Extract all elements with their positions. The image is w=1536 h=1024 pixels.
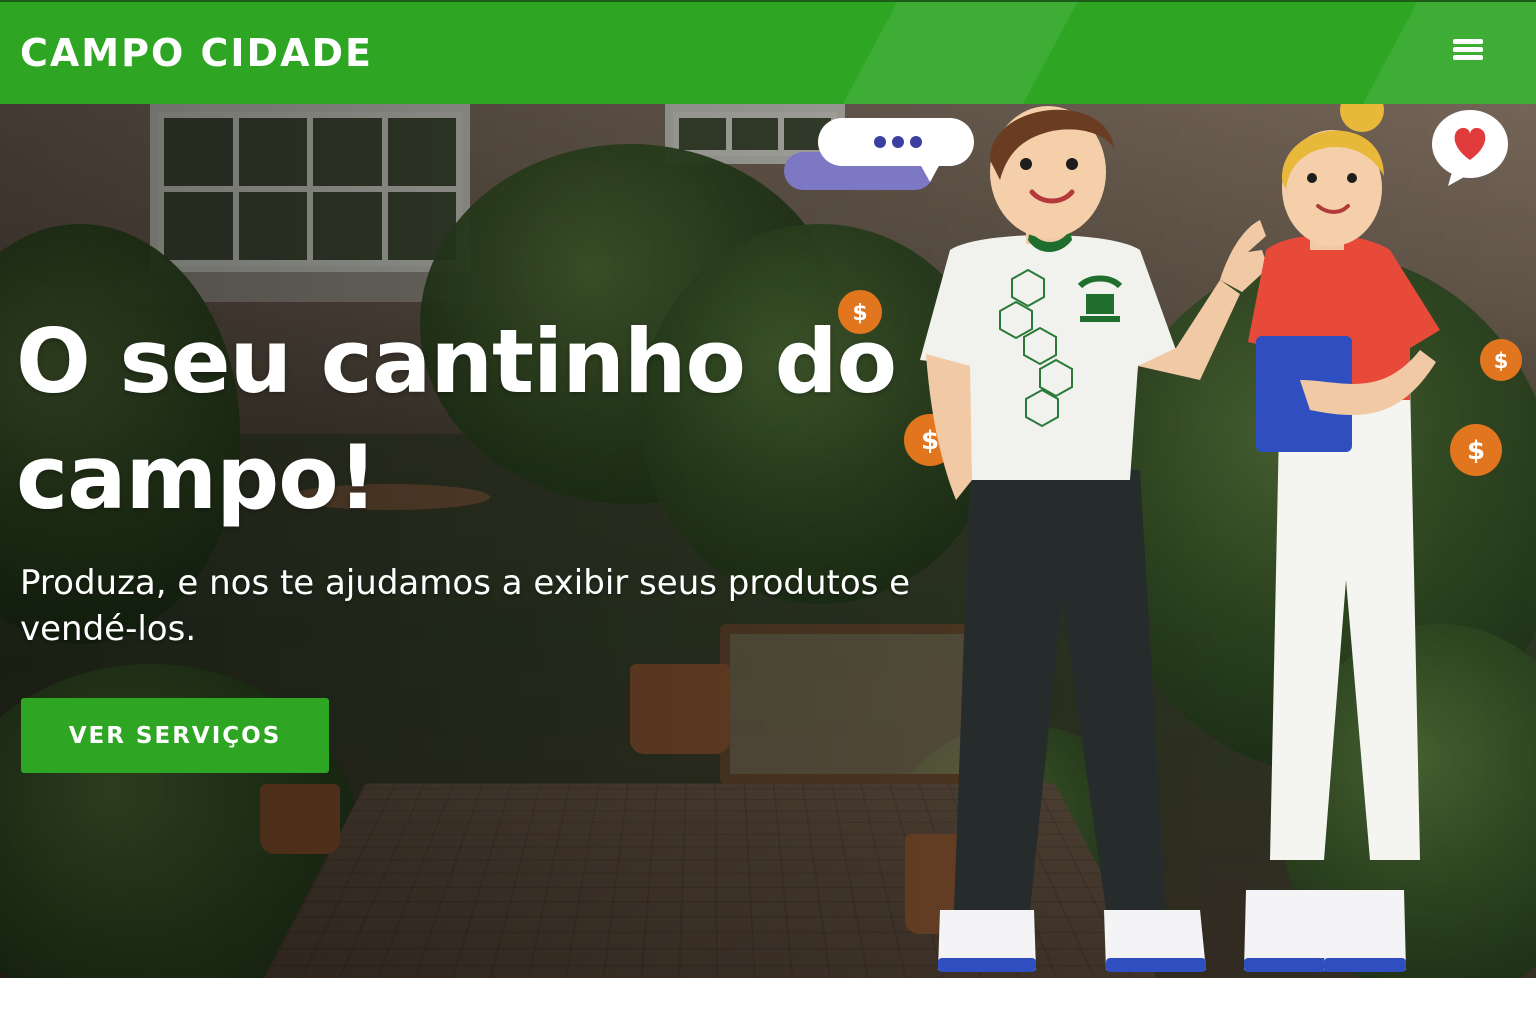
menu-bar [1453,55,1483,60]
brand-logo-text[interactable]: CAMPO CIDADE [20,30,373,76]
chat-bubble-icon [784,118,974,190]
svg-text:$: $ [1467,436,1485,466]
header-decoration [1321,2,1536,104]
dollar-coin-icon: $ [838,290,882,334]
header-decoration [801,2,1099,104]
dollar-coin-icon: $ [1480,339,1522,381]
hamburger-menu-icon[interactable] [1448,36,1488,70]
menu-bar [1453,39,1483,44]
dollar-coin-icon: $ [1450,424,1502,476]
man-character [920,106,1268,972]
top-navigation-bar: CAMPO CIDADE [0,0,1536,104]
svg-text:$: $ [852,301,867,326]
page-below-hero [0,978,1536,1024]
woman-character [1244,83,1440,972]
characters-svg: $ $ $ $ [784,83,1522,972]
characters-illustration: $ $ $ $ [780,80,1536,980]
menu-bar [1453,47,1483,52]
view-services-button[interactable]: VER SERVIÇOS [21,698,329,773]
svg-text:$: $ [1494,349,1509,373]
heart-bubble-icon [1432,110,1508,186]
